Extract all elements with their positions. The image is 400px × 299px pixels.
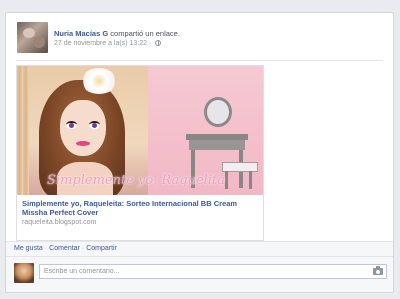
illustration-lips: [76, 141, 90, 146]
author-name[interactable]: Nuria Macías G: [54, 29, 108, 38]
vanity-drawer: [189, 140, 245, 150]
preview-domain: raqueleita.blogspot.com: [22, 219, 97, 226]
actions-bar: Me gusta · Comentar · Compartir: [6, 241, 393, 256]
camera-icon[interactable]: [373, 266, 383, 275]
preview-title[interactable]: Simplemente yo, Raqueleita: Sorteo Inter…: [22, 199, 260, 217]
post-action: compartió un enlace.: [110, 29, 180, 38]
link-preview[interactable]: Simplemente yo, Raquelita Simplemente yo…: [16, 65, 264, 241]
divider: [16, 60, 383, 61]
avatar-detail: [33, 36, 45, 48]
separator: ·: [81, 245, 85, 252]
post-meta: 27 de noviembre a la(s) 13:22 ·: [54, 40, 162, 47]
avatar-detail: [23, 28, 35, 38]
post-actions: Me gusta · Comentar · Compartir: [14, 245, 117, 252]
preview-image[interactable]: Simplemente yo, Raquelita: [17, 66, 263, 195]
illustration-eye: [66, 121, 77, 129]
user-avatar[interactable]: [14, 263, 34, 283]
preview-image-caption: Simplemente yo, Raquelita: [47, 173, 225, 188]
author-avatar[interactable]: [17, 22, 48, 53]
post-header: Nuria Macías G compartió un enlace.: [54, 29, 180, 38]
illustration-eye: [89, 121, 100, 129]
post-card: Nuria Macías G compartió un enlace. 27 d…: [5, 12, 394, 293]
separator: ·: [44, 245, 48, 252]
comment-row: [6, 256, 393, 292]
comment-link[interactable]: Comentar: [49, 245, 80, 252]
globe-icon[interactable]: [155, 40, 162, 46]
preview-text: Simplemente yo, Raqueleita: Sorteo Inter…: [22, 199, 260, 226]
comment-input[interactable]: [39, 264, 387, 279]
flower-icon: [81, 68, 117, 94]
stool-leg: [225, 171, 228, 189]
share-link[interactable]: Compartir: [86, 245, 117, 252]
post-timestamp[interactable]: 27 de noviembre a la(s) 13:22 ·: [54, 40, 151, 47]
vanity-mirror: [204, 97, 232, 127]
stool-leg: [249, 171, 252, 189]
illustration-face: [60, 100, 106, 156]
like-link[interactable]: Me gusta: [14, 245, 43, 252]
